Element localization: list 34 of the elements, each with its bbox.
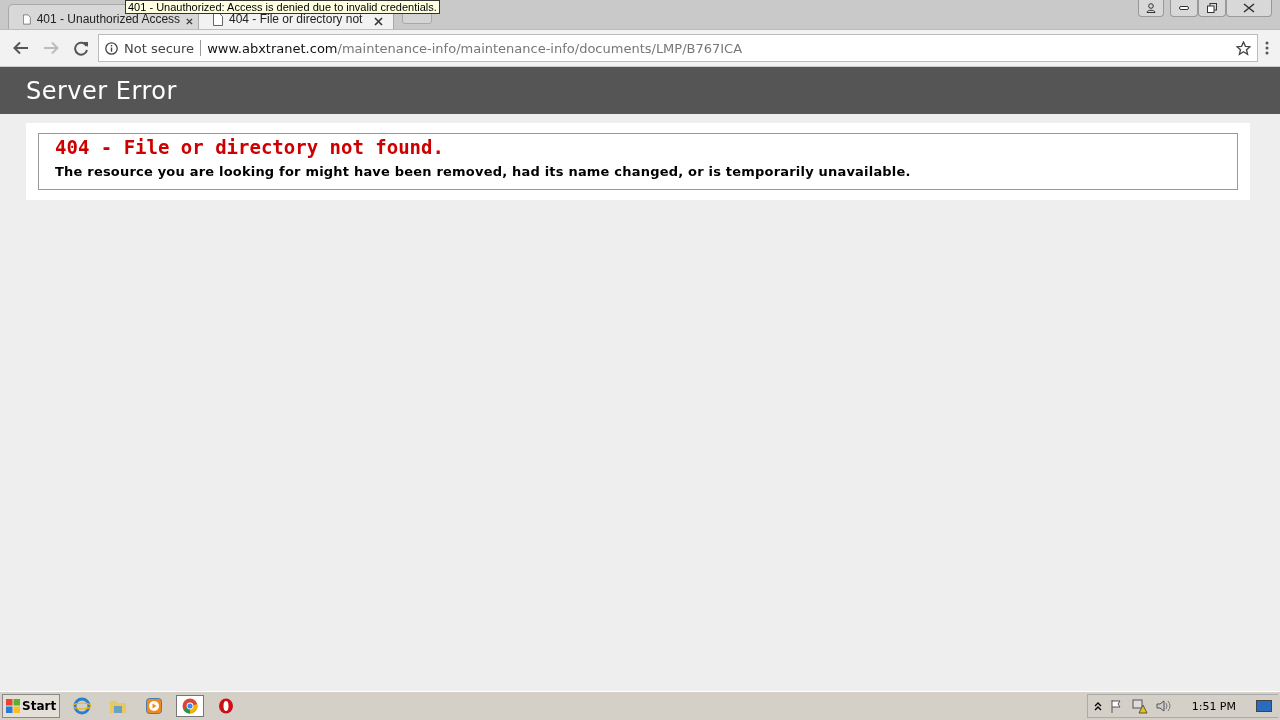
windows-logo-icon [6, 699, 20, 713]
tooltip: 401 - Unauthorized: Access is denied due to invalid credentials. [125, 0, 440, 14]
network-warning-icon[interactable] [1131, 698, 1148, 714]
url-text: www.abxtranet.com/maintenance-info/maintenance-info/documents/LMP/B767ICA [207, 40, 743, 56]
opera-icon[interactable] [218, 698, 235, 714]
close-icon[interactable] [186, 17, 193, 26]
play-icon[interactable] [146, 698, 163, 714]
browser-icon[interactable] [182, 698, 199, 714]
close-window-button[interactable] [1226, 0, 1272, 17]
page-header: Server Error [26, 76, 177, 105]
page-icon [23, 13, 31, 26]
clock[interactable]: 1:51 PM [1191, 699, 1236, 713]
globe-icon[interactable] [73, 697, 92, 715]
chevron-icon[interactable] [1093, 701, 1102, 711]
info-icon[interactable] [105, 41, 118, 55]
error-title: 404 - File or directory not found. [55, 136, 445, 158]
flag-icon[interactable] [1109, 699, 1124, 713]
start-button[interactable]: Start [2, 694, 61, 718]
restore-button[interactable] [1198, 0, 1226, 17]
profile-button[interactable] [1138, 0, 1164, 17]
error-message: The resource you are looking for might have been removed, had its name changed, or is temporarily unavailable. [55, 164, 912, 179]
restore-icon [1207, 3, 1217, 13]
address-bar[interactable]: Not secure www.abxtranet.com/maintenance-info/maintenance-info/documents/LMP/B767ICA [98, 34, 1258, 62]
page-icon [213, 13, 223, 26]
speaker-icon[interactable] [1155, 699, 1172, 713]
back-icon[interactable] [13, 41, 29, 55]
close-icon[interactable] [374, 17, 383, 26]
minimize-button[interactable] [1170, 0, 1198, 17]
person-icon [1146, 3, 1156, 13]
minimize-icon [1179, 6, 1189, 10]
security-label: Not secure [124, 40, 195, 56]
star-icon[interactable] [1236, 40, 1251, 56]
close-icon [1243, 3, 1255, 13]
reload-icon[interactable] [73, 40, 89, 56]
